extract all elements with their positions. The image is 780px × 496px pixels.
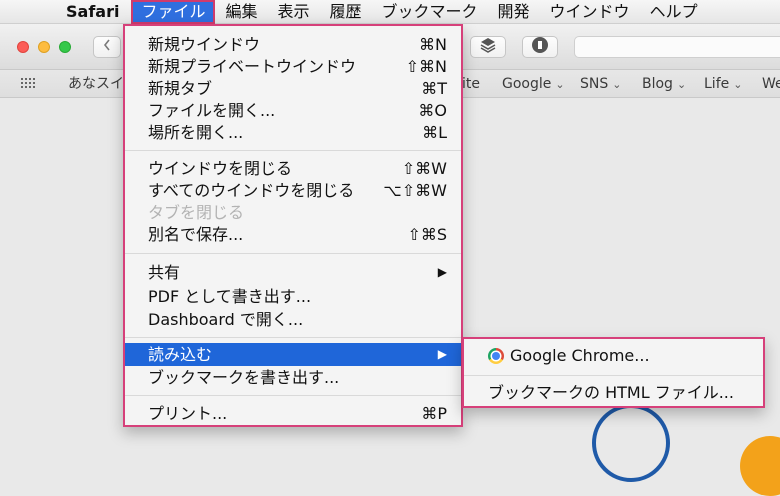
menu-item-export-pdf[interactable]: PDF として書き出す...	[125, 285, 461, 308]
menu-separator	[125, 253, 461, 254]
menu-item-new-window[interactable]: 新規ウインドウ ⌘N	[125, 33, 461, 56]
shortcut: ⌘T	[421, 79, 447, 98]
menu-file[interactable]: ファイル	[131, 0, 216, 24]
layers-icon	[479, 37, 497, 57]
shortcut: ⇧⌘W	[401, 159, 447, 178]
bookmark-item[interactable]: We	[762, 75, 780, 93]
menu-item-share[interactable]: 共有 ▶	[125, 261, 461, 284]
grid-icon[interactable]	[20, 77, 36, 89]
shortcut: ⇧⌘S	[407, 225, 447, 244]
menu-develop[interactable]: 開発	[488, 0, 540, 24]
close-window-button[interactable]	[17, 41, 29, 53]
chevron-left-icon	[102, 38, 112, 56]
menu-safari[interactable]: Safari	[66, 0, 131, 24]
menu-item-print[interactable]: プリント... ⌘P	[125, 402, 461, 425]
file-menu-dropdown: 新規ウインドウ ⌘N 新規プライベートウインドウ ⇧⌘N 新規タブ ⌘T ファイルを開…	[123, 24, 463, 427]
menu-bookmarks[interactable]: ブックマーク	[372, 0, 488, 24]
chevron-down-icon: ⌄	[676, 78, 687, 91]
shortcut: ⌥⇧⌘W	[383, 181, 447, 200]
bookmark-folder-google[interactable]: Google ⌄	[502, 75, 565, 94]
menu-item-close-window[interactable]: ウインドウを閉じる ⇧⌘W	[125, 157, 461, 180]
chevron-down-icon: ⌄	[612, 78, 622, 91]
menu-separator	[125, 150, 461, 151]
decorative-circle	[740, 436, 780, 496]
menu-item-new-private-window[interactable]: 新規プライベートウインドウ ⇧⌘N	[125, 55, 461, 78]
menu-item-close-all-windows[interactable]: すべてのウインドウを閉じる ⌥⇧⌘W	[125, 179, 461, 202]
menu-item-import-from[interactable]: 読み込む ▶	[125, 343, 461, 366]
minimize-window-button[interactable]	[38, 41, 50, 53]
submenu-item-import-html[interactable]: ブックマークの HTML ファイル...	[464, 381, 763, 404]
zoom-window-button[interactable]	[59, 41, 71, 53]
bookmark-folder-blog[interactable]: Blog ⌄	[642, 75, 686, 94]
shortcut: ⌘P	[421, 404, 447, 423]
menu-separator	[125, 337, 461, 338]
menu-item-open-location[interactable]: 場所を開く... ⌘L	[125, 121, 461, 144]
menu-separator	[464, 375, 763, 376]
submenu-arrow-icon: ▶	[437, 265, 447, 279]
shortcut: ⌘O	[418, 101, 447, 120]
submenu-item-import-chrome[interactable]: Google Chrome...	[464, 344, 763, 367]
extension-button[interactable]	[522, 36, 558, 58]
menu-item-new-tab[interactable]: 新規タブ ⌘T	[125, 77, 461, 100]
bookmark-folder-sns[interactable]: SNS ⌄	[580, 75, 621, 94]
bookmark-item[interactable]: あなスイ	[68, 75, 124, 93]
chevron-down-icon: ⌄	[733, 78, 743, 91]
back-button[interactable]	[93, 36, 121, 58]
extension-icon	[531, 36, 549, 58]
menu-window[interactable]: ウインドウ	[540, 0, 640, 24]
menu-item-open-file[interactable]: ファイルを開く... ⌘O	[125, 99, 461, 122]
shortcut: ⇧⌘N	[405, 57, 447, 76]
shortcut: ⌘N	[419, 35, 447, 54]
bookmark-item[interactable]: ite	[462, 75, 480, 93]
menu-item-export-bookmarks[interactable]: ブックマークを書き出す...	[125, 366, 461, 389]
menu-help[interactable]: ヘルプ	[640, 0, 708, 24]
menu-item-close-tab: タブを閉じる	[148, 203, 245, 222]
menu-item-open-in-dashboard[interactable]: Dashboard で開く...	[125, 308, 461, 331]
decorative-circle	[592, 404, 670, 482]
menu-view[interactable]: 表示	[267, 0, 319, 24]
bookmark-folder-life[interactable]: Life ⌄	[704, 75, 742, 94]
layers-button[interactable]	[470, 36, 506, 58]
submenu-arrow-icon: ▶	[437, 347, 447, 361]
menu-item-save-as[interactable]: 別名で保存... ⇧⌘S	[125, 223, 461, 246]
menu-history[interactable]: 履歴	[320, 0, 372, 24]
chrome-icon	[488, 347, 504, 364]
address-bar[interactable]	[574, 36, 780, 58]
menu-edit[interactable]: 編集	[215, 0, 267, 24]
shortcut: ⌘L	[422, 123, 447, 142]
import-submenu: Google Chrome... ブックマークの HTML ファイル...	[462, 337, 765, 408]
menu-separator	[125, 395, 461, 396]
chevron-down-icon: ⌄	[555, 78, 565, 91]
menu-bar: Safari ファイル 編集 表示 履歴 ブックマーク 開発 ウインドウ ヘルプ	[0, 0, 780, 24]
